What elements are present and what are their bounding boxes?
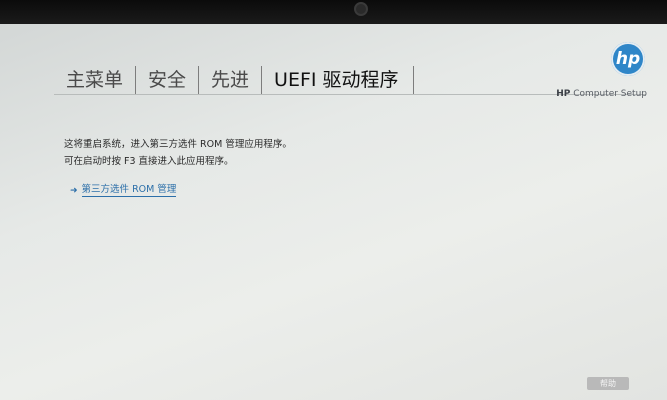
link-label: 第三方选件 ROM 管理 [81, 184, 177, 197]
webcam [354, 2, 368, 16]
message-line-1: 这将重启系统，进入第三方选件 ROM 管理应用程序。 [64, 139, 292, 150]
tab-bar: 主菜单 安全 先进 UEFI 驱动程序 [54, 64, 414, 94]
message-line-2: 可在启动时按 F3 直接进入此应用程序。 [64, 156, 234, 167]
product-brand: HP [556, 89, 571, 99]
hp-logo-icon: hp [611, 42, 645, 76]
option-rom-management-link[interactable]: ➜ 第三方选件 ROM 管理 [70, 184, 177, 197]
product-title: HP Computer Setup [556, 89, 647, 99]
tab-security[interactable]: 安全 [136, 66, 200, 94]
tab-uefi-drivers[interactable]: UEFI 驱动程序 [262, 66, 414, 94]
laptop-bezel [0, 0, 667, 26]
tab-advanced[interactable]: 先进 [199, 66, 263, 94]
help-button[interactable]: 帮助 [587, 377, 629, 390]
info-message: 这将重启系统，进入第三方选件 ROM 管理应用程序。 可在启动时按 F3 直接进… [64, 136, 292, 170]
bios-screen: 主菜单 安全 先进 UEFI 驱动程序 hp HP Computer Setup… [0, 24, 667, 400]
tab-main-menu[interactable]: 主菜单 [54, 66, 137, 94]
arrow-right-icon: ➜ [70, 185, 78, 196]
product-name: Computer Setup [570, 89, 647, 99]
